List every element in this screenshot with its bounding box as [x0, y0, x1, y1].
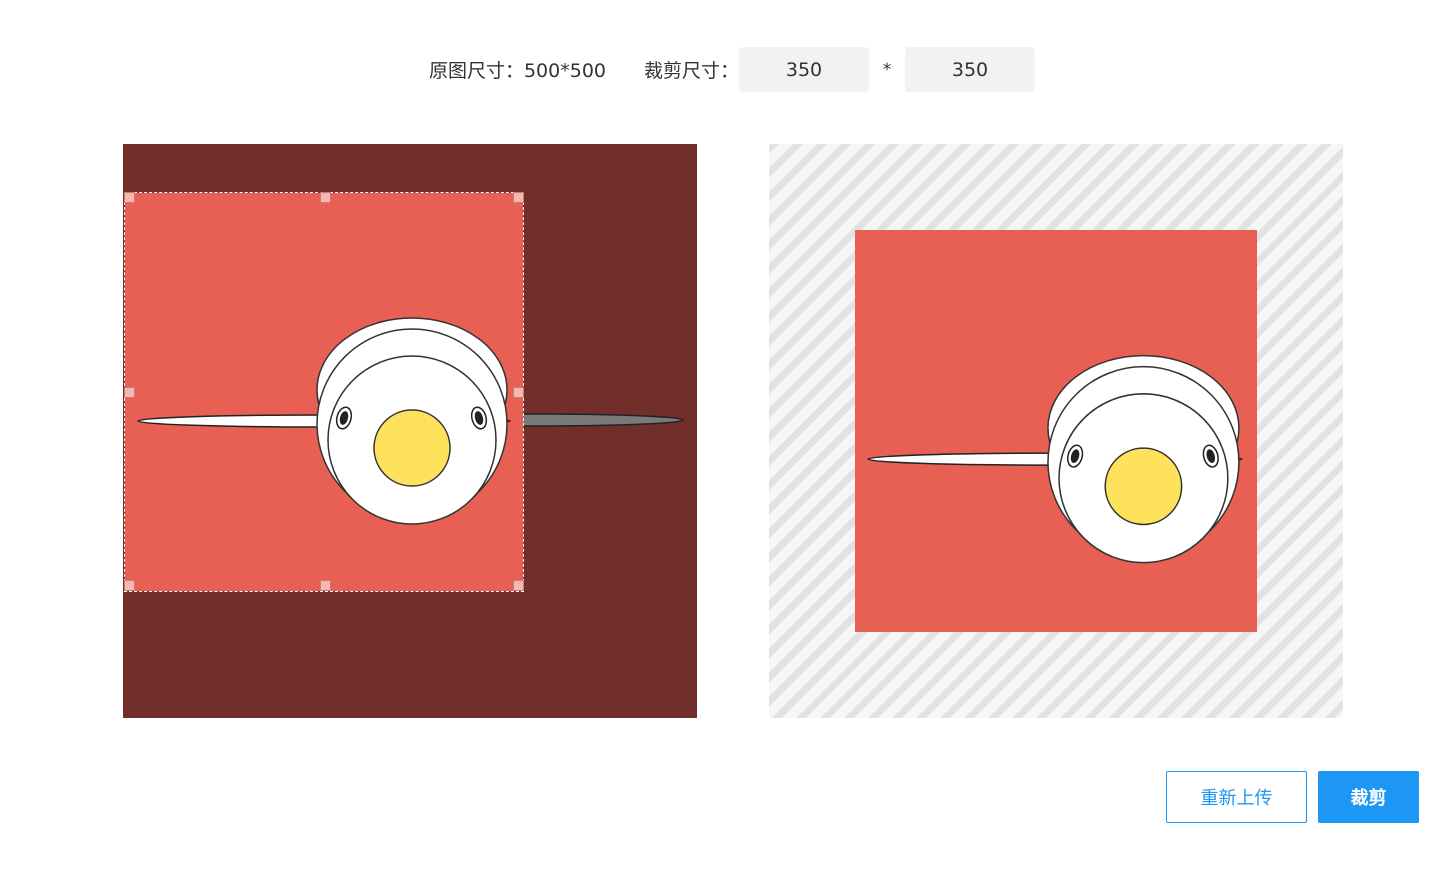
reupload-button[interactable]: 重新上传 [1166, 771, 1307, 823]
crop-handle-middle-right[interactable] [513, 387, 524, 398]
crop-handle-top-right[interactable] [513, 192, 524, 203]
crop-editor[interactable] [123, 144, 697, 718]
crop-selection-box[interactable] [124, 192, 524, 592]
crop-handle-middle-left[interactable] [124, 387, 135, 398]
crop-handle-bottom-left[interactable] [124, 580, 135, 591]
original-size-label: 原图尺寸：500*500 [428, 60, 606, 82]
preview-image-graphic [855, 230, 1257, 632]
crop-toolbar: 原图尺寸：500*500 裁剪尺寸： * [0, 47, 1444, 92]
crop-preview [769, 144, 1343, 718]
crop-button[interactable]: 裁剪 [1318, 771, 1419, 823]
source-image [125, 193, 523, 591]
times-symbol: * [882, 59, 892, 80]
crop-handle-bottom-right[interactable] [513, 580, 524, 591]
crop-height-input[interactable] [905, 47, 1036, 92]
crop-size-label: 裁剪尺寸： [644, 60, 740, 82]
preview-image [855, 230, 1257, 632]
crop-toolbar-inner: 原图尺寸：500*500 裁剪尺寸： * [428, 47, 1036, 92]
crop-handle-bottom-center[interactable] [320, 580, 331, 591]
crop-handle-top-left[interactable] [124, 192, 135, 203]
crop-handle-top-center[interactable] [320, 192, 331, 203]
crop-width-input[interactable] [739, 47, 870, 92]
